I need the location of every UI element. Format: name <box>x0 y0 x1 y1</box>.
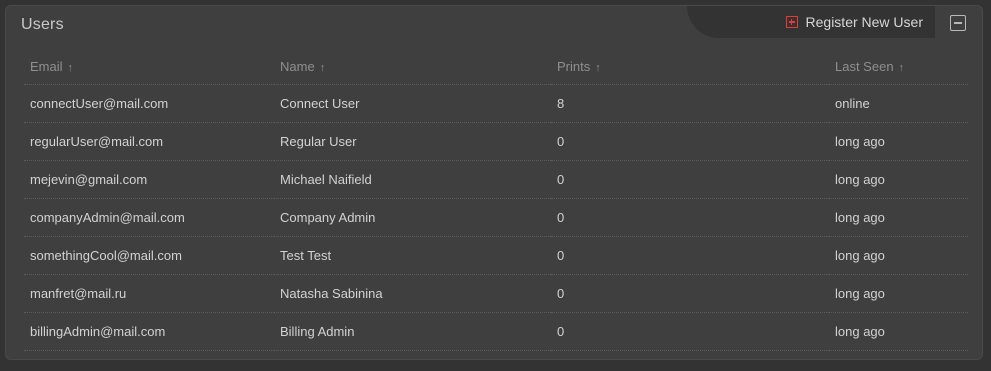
cell-last-seen: long ago <box>829 198 968 237</box>
cell-email: mejevin@gmail.com <box>24 160 274 199</box>
column-header-last-seen[interactable]: Last Seen ↑ <box>829 49 968 85</box>
table-row[interactable]: regularUser@mail.com Regular User 0 long… <box>24 122 968 161</box>
table-row[interactable]: somethingCool@mail.com Test Test 0 long … <box>24 236 968 275</box>
users-table: Email ↑ Name ↑ Prints ↑ Last Seen ↑ connectU… <box>24 49 968 351</box>
cell-prints: 0 <box>551 198 829 237</box>
sort-arrow-up-icon: ↑ <box>898 62 905 74</box>
cell-name: Regular User <box>274 122 551 161</box>
register-new-user-button[interactable]: Register New User <box>785 14 923 30</box>
cell-last-seen: online <box>829 84 968 123</box>
register-new-user-label: Register New User <box>805 14 923 30</box>
table-row[interactable]: connectUser@mail.com Connect User 8 onli… <box>24 84 968 123</box>
table-row[interactable]: companyAdmin@mail.com Company Admin 0 lo… <box>24 198 968 237</box>
table-row[interactable]: billingAdmin@mail.com Billing Admin 0 lo… <box>24 312 968 351</box>
cell-email: connectUser@mail.com <box>24 84 274 123</box>
cell-name: Billing Admin <box>274 312 551 351</box>
plus-square-icon <box>785 16 798 28</box>
column-header-prints[interactable]: Prints ↑ <box>551 49 829 85</box>
cell-name: Connect User <box>274 84 551 123</box>
collapse-panel-button[interactable] <box>950 15 966 31</box>
cell-prints: 0 <box>551 274 829 313</box>
panel-title: Users <box>21 16 64 33</box>
sort-arrow-up-icon: ↑ <box>595 62 601 74</box>
panel-toolbar: Register New User <box>687 6 935 38</box>
cell-last-seen: long ago <box>829 122 968 161</box>
cell-prints: 0 <box>551 160 829 199</box>
cell-name: Michael Naifield <box>274 160 551 199</box>
cell-prints: 8 <box>551 84 829 123</box>
cell-prints: 0 <box>551 122 829 161</box>
cell-last-seen: long ago <box>829 312 968 351</box>
sort-arrow-up-icon: ↑ <box>67 62 74 74</box>
cell-email: manfret@mail.ru <box>24 274 274 313</box>
cell-prints: 0 <box>551 312 829 351</box>
cell-prints: 0 <box>551 236 829 275</box>
column-header-email[interactable]: Email ↑ <box>24 49 274 85</box>
cell-email: somethingCool@mail.com <box>24 236 274 275</box>
cell-email: billingAdmin@mail.com <box>24 312 274 351</box>
table-row[interactable]: manfret@mail.ru Natasha Sabinina 0 long … <box>24 274 968 313</box>
cell-name: Natasha Sabinina <box>274 274 551 313</box>
table-header-row: Email ↑ Name ↑ Prints ↑ Last Seen ↑ <box>24 49 968 85</box>
cell-email: regularUser@mail.com <box>24 122 274 161</box>
users-panel: Users Register New User Email ↑ Name ↑ Pri… <box>5 5 983 360</box>
cell-name: Company Admin <box>274 198 551 237</box>
cell-last-seen: long ago <box>829 274 968 313</box>
cell-last-seen: long ago <box>829 160 968 199</box>
sort-arrow-up-icon: ↑ <box>319 62 326 74</box>
column-header-name[interactable]: Name ↑ <box>274 49 551 85</box>
cell-email: companyAdmin@mail.com <box>24 198 274 237</box>
table-row[interactable]: mejevin@gmail.com Michael Naifield 0 lon… <box>24 160 968 199</box>
cell-last-seen: long ago <box>829 236 968 275</box>
cell-name: Test Test <box>274 236 551 275</box>
